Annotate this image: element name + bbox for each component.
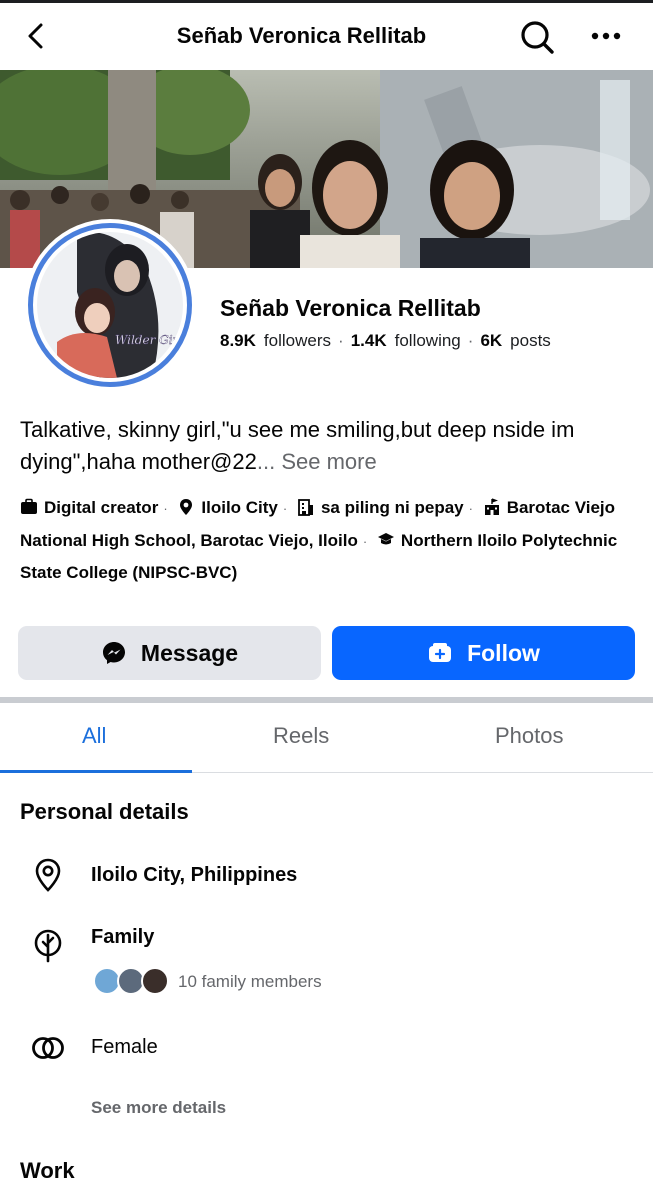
separator-dot: · [362, 533, 368, 549]
avatar-ring: Wilder Girl's Heart [28, 223, 192, 387]
separator-dot: · [467, 331, 474, 350]
gender-icon [30, 1030, 66, 1066]
location-detail[interactable]: Iloilo City, Philippines [91, 864, 297, 887]
intro-text: Iloilo City [201, 498, 278, 517]
page-title: Señab Veronica Rellitab [176, 23, 427, 48]
posts-count: 6K [480, 331, 503, 350]
family-members-count[interactable]: 10 family members [178, 972, 322, 992]
followers-count: 8.9K [220, 331, 256, 350]
bio-ellipsis: ... [256, 449, 276, 474]
more-horizontal-icon[interactable] [588, 23, 624, 49]
building-icon [297, 495, 315, 516]
profile-bio: Talkative, skinny girl,"u see me smiling… [20, 414, 635, 478]
school-icon [483, 495, 501, 515]
intro-item: Iloilo City [177, 498, 278, 517]
active-tab-indicator [0, 770, 192, 773]
follow-button-label: Follow [467, 639, 540, 666]
following-label: following [394, 331, 461, 350]
graduation-cap-icon [377, 528, 395, 546]
search-icon[interactable] [518, 18, 556, 56]
profile-tabs: All Reels Photos [0, 703, 653, 773]
chevron-left-icon[interactable] [22, 21, 52, 51]
family-avatar-stack[interactable] [93, 967, 173, 997]
profile-name: Señab Veronica Rellitab [220, 295, 481, 321]
intro-text: Digital creator [44, 498, 159, 517]
location-pin-icon [177, 495, 195, 515]
separator-dot: · [282, 501, 288, 516]
profile-stats: 8.9K followers · 1.4K following · 6K posts [220, 331, 551, 351]
intro-item: sa piling ni pepay [297, 498, 464, 517]
followers-label: followers [263, 331, 332, 350]
family-avatar [141, 967, 169, 995]
messenger-icon [102, 642, 125, 664]
avatar-text: Wilder Girl's Heart [115, 333, 183, 347]
tab-reels[interactable]: Reels [273, 723, 329, 749]
see-more-details-link[interactable]: See more details [91, 1098, 226, 1118]
followers-link[interactable]: 8.9K followers [220, 331, 331, 350]
family-heading: Family [91, 926, 155, 948]
message-button-label: Message [140, 639, 239, 666]
follow-button[interactable]: Follow [332, 626, 635, 680]
work-heading: Work [20, 1158, 75, 1183]
family-tree-icon [30, 927, 66, 963]
gender-detail: Female [91, 1036, 158, 1058]
personal-details-heading: Personal details [20, 799, 189, 824]
separator-dot: · [468, 501, 473, 516]
location-pin-icon [30, 857, 66, 893]
tab-all[interactable]: All [82, 723, 106, 749]
see-more-link[interactable]: See more [281, 449, 376, 474]
posts-label: posts [510, 331, 551, 350]
intro-item: Digital creator [20, 498, 158, 517]
separator-dot: · [163, 501, 168, 516]
following-link[interactable]: 1.4K following [351, 331, 461, 350]
tab-photos[interactable]: Photos [495, 723, 564, 749]
top-bar: Señab Veronica Rellitab [0, 0, 653, 70]
separator-dot: · [338, 331, 344, 350]
briefcase-icon [20, 495, 38, 514]
posts-link[interactable]: 6K posts [480, 331, 550, 350]
intro-details: Digital creator · Iloilo City · sa piling … [20, 492, 640, 589]
add-friend-icon [429, 643, 452, 662]
intro-text: sa piling ni pepay [320, 498, 464, 517]
profile-avatar[interactable]: Wilder Girl's Heart [24, 219, 196, 391]
following-count: 1.4K [350, 331, 387, 350]
message-button[interactable]: Message [18, 626, 321, 680]
